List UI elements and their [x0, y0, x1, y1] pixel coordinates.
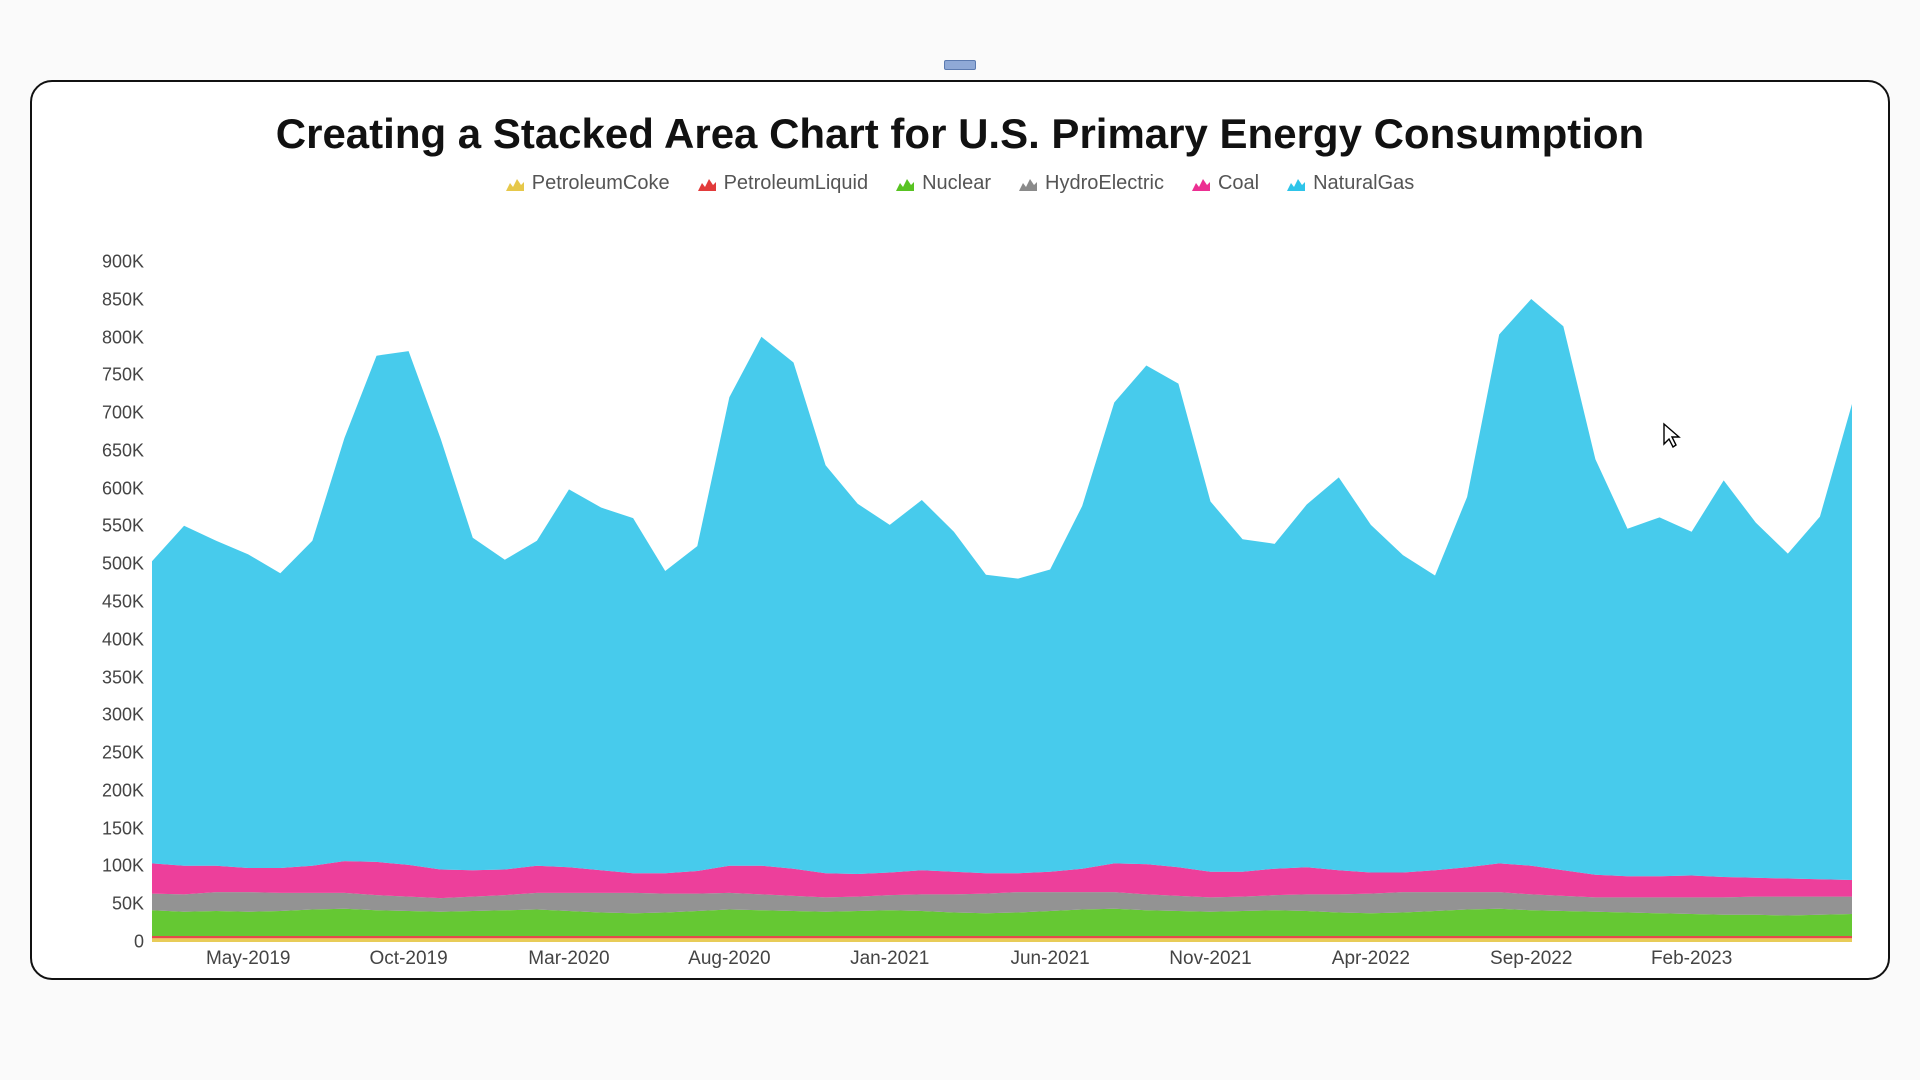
y-tick-label: 100K — [82, 856, 144, 877]
legend-label: NaturalGas — [1313, 172, 1414, 195]
y-tick-label: 600K — [82, 478, 144, 499]
plot-area: 050K100K150K200K250K300K350K400K450K500K… — [82, 262, 1852, 942]
legend-item-petroleumcoke[interactable]: PetroleumCoke — [506, 172, 670, 195]
legend-swatch-icon — [1287, 177, 1305, 191]
legend-item-coal[interactable]: Coal — [1192, 172, 1259, 195]
legend-item-naturalgas[interactable]: NaturalGas — [1287, 172, 1414, 195]
x-tick-label: Jan-2021 — [850, 948, 929, 970]
legend-item-nuclear[interactable]: Nuclear — [896, 172, 991, 195]
y-tick-label: 450K — [82, 592, 144, 613]
x-tick-label: Feb-2023 — [1651, 948, 1732, 970]
resize-handle[interactable] — [944, 60, 976, 70]
y-tick-label: 900K — [82, 252, 144, 273]
chart-card: Creating a Stacked Area Chart for U.S. P… — [30, 80, 1890, 980]
x-tick-label: Apr-2022 — [1332, 948, 1410, 970]
legend-swatch-icon — [896, 177, 914, 191]
stacked-area-svg[interactable] — [152, 262, 1852, 942]
x-tick-label: Jun-2021 — [1010, 948, 1089, 970]
y-axis-ticks: 050K100K150K200K250K300K350K400K450K500K… — [82, 262, 152, 942]
x-tick-label: May-2019 — [206, 948, 291, 970]
y-tick-label: 150K — [82, 818, 144, 839]
legend-label: HydroElectric — [1045, 172, 1164, 195]
y-tick-label: 800K — [82, 327, 144, 348]
legend-item-petroleumliquid[interactable]: PetroleumLiquid — [698, 172, 869, 195]
y-tick-label: 650K — [82, 440, 144, 461]
x-tick-label: Sep-2022 — [1490, 948, 1572, 970]
legend-swatch-icon — [506, 177, 524, 191]
y-tick-label: 550K — [82, 516, 144, 537]
x-axis-ticks: May-2019 Oct-2019 Mar-2020 Aug-2020 Jan-2021… — [152, 942, 1852, 982]
legend-label: PetroleumLiquid — [724, 172, 869, 195]
y-tick-label: 500K — [82, 554, 144, 575]
legend: PetroleumCoke PetroleumLiquid Nuclear Hydro… — [32, 172, 1888, 195]
y-tick-label: 700K — [82, 403, 144, 424]
x-tick-label: Nov-2021 — [1169, 948, 1251, 970]
legend-swatch-icon — [698, 177, 716, 191]
y-tick-label: 850K — [82, 289, 144, 310]
y-tick-label: 400K — [82, 629, 144, 650]
y-tick-label: 200K — [82, 780, 144, 801]
area-series-naturalgas[interactable] — [152, 299, 1852, 880]
legend-label: Nuclear — [922, 172, 991, 195]
x-tick-label: Mar-2020 — [528, 948, 609, 970]
y-tick-label: 300K — [82, 705, 144, 726]
x-tick-label: Oct-2019 — [370, 948, 448, 970]
y-tick-label: 350K — [82, 667, 144, 688]
legend-swatch-icon — [1192, 177, 1210, 191]
area-series-petroleumliquid[interactable] — [152, 936, 1852, 938]
y-tick-label: 250K — [82, 743, 144, 764]
x-tick-label: Aug-2020 — [688, 948, 770, 970]
legend-label: PetroleumCoke — [532, 172, 670, 195]
legend-item-hydroelectric[interactable]: HydroElectric — [1019, 172, 1164, 195]
legend-label: Coal — [1218, 172, 1259, 195]
y-tick-label: 50K — [82, 894, 144, 915]
chart-title: Creating a Stacked Area Chart for U.S. P… — [32, 110, 1888, 158]
legend-swatch-icon — [1019, 177, 1037, 191]
y-tick-label: 0 — [82, 932, 144, 953]
y-tick-label: 750K — [82, 365, 144, 386]
